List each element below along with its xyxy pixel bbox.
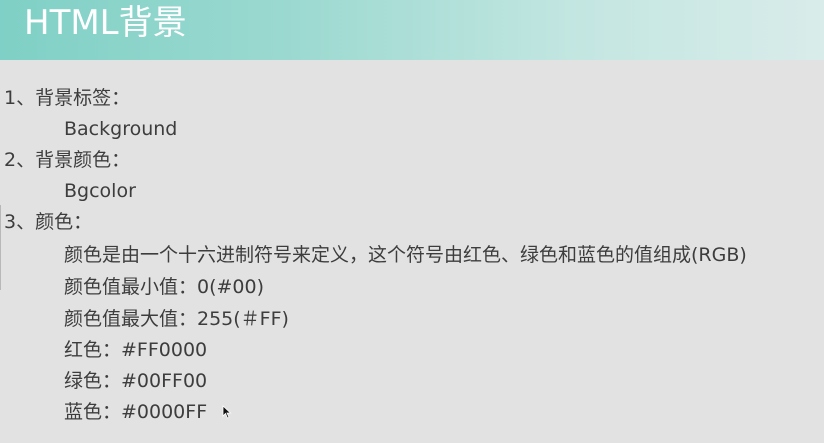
color-min-value: 颜色值最小值：0(#00) — [64, 276, 265, 298]
red-color-value: 红色：#FF0000 — [64, 339, 208, 361]
section-1-item: Background — [64, 118, 178, 140]
section-3-heading: 3、颜色： — [4, 211, 93, 233]
color-max-value: 颜色值最大值：255(＃FF) — [64, 308, 289, 330]
section-2-item: Bgcolor — [64, 180, 136, 202]
left-divider — [0, 205, 1, 290]
section-2-heading: 2、背景颜色： — [4, 149, 131, 171]
blue-color-value: 蓝色：#0000FF — [64, 401, 208, 423]
title-bar: HTML背景 — [0, 0, 824, 60]
mouse-pointer-icon — [222, 405, 232, 419]
color-definition-text: 颜色是由一个十六进制符号来定义，这个符号由红色、绿色和蓝色的值组成(RGB) — [64, 244, 747, 266]
section-1-heading: 1、背景标签： — [4, 87, 131, 109]
green-color-value: 绿色：#00FF00 — [64, 370, 208, 392]
slide-title: HTML背景 — [24, 3, 187, 43]
